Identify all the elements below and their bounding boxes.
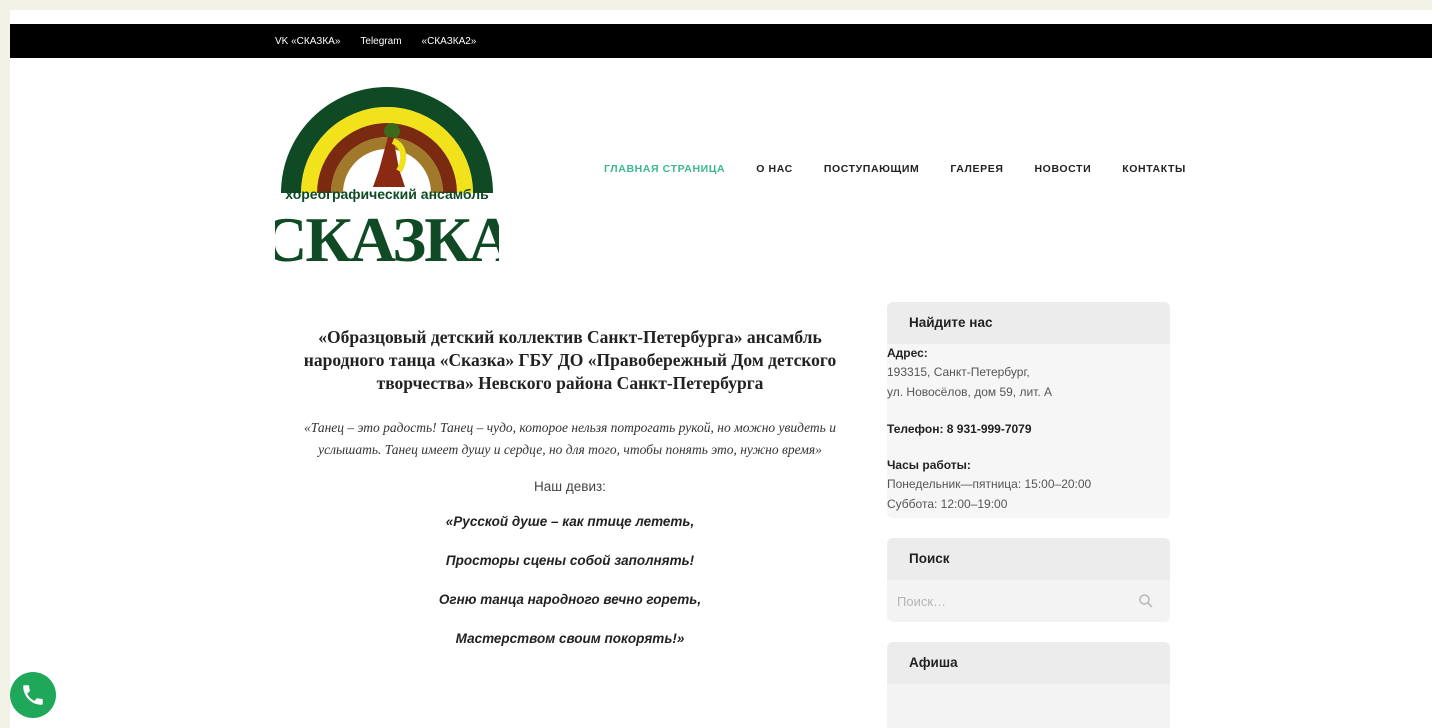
social-links: VK «СКАЗКА» Telegram «СКАЗКА2» <box>275 24 476 58</box>
address-line-1: 193315, Санкт-Петербург, <box>887 365 1030 379</box>
call-button[interactable] <box>10 672 56 718</box>
main-content: «Образцовый детский коллектив Санкт-Пете… <box>290 326 850 670</box>
nav-admission[interactable]: ПОСТУПАЮЩИМ <box>824 163 920 175</box>
page-title: «Образцовый детский коллектив Санкт-Пете… <box>303 327 837 393</box>
page: VK «СКАЗКА» Telegram «СКАЗКА2» хореограф… <box>10 10 1432 728</box>
skazka2-link[interactable]: «СКАЗКА2» <box>422 36 477 47</box>
logo-text-line2: СКАЗКА <box>275 204 499 265</box>
vk-link[interactable]: VK «СКАЗКА» <box>275 36 340 47</box>
nav-contacts[interactable]: КОНТАКТЫ <box>1122 163 1186 175</box>
search-widget: Поиск <box>887 538 1170 622</box>
afisha-title: Афиша <box>887 642 1170 684</box>
site-logo[interactable]: хореографический ансамбль СКАЗКА <box>261 75 517 275</box>
address-line-2: ул. Новосёлов, дом 59, лит. А <box>887 385 1053 399</box>
motto-label: Наш девиз: <box>534 479 606 494</box>
contact-info: Адрес: 193315, Санкт-Петербург, ул. Ново… <box>887 344 1170 518</box>
search-input[interactable] <box>887 580 1137 622</box>
search-title: Поиск <box>887 538 1170 580</box>
motto-line-2: Просторы сцены собой заполнять! <box>445 553 695 568</box>
dance-quote: «Танец – это радость! Танец – чудо, кото… <box>304 420 836 457</box>
logo-image: хореографический ансамбль СКАЗКА <box>261 87 517 275</box>
afisha-widget: Афиша <box>887 642 1170 728</box>
motto-line-3: Огню танца народного вечно гореть, <box>438 592 702 607</box>
hours-label: Часы работы: <box>887 458 971 472</box>
search-icon[interactable] <box>1138 593 1154 609</box>
top-bar: VK «СКАЗКА» Telegram «СКАЗКА2» <box>10 24 1432 58</box>
nav-home[interactable]: ГЛАВНАЯ СТРАНИЦА <box>604 163 725 175</box>
motto-line-4: Мастерством своим покорять!» <box>455 631 685 646</box>
nav-about[interactable]: О НАС <box>756 163 793 175</box>
find-us-widget: Найдите нас Адрес: 193315, Санкт-Петербу… <box>887 302 1170 518</box>
hours-weekdays: Понедельник—пятница: 15:00–20:00 <box>887 477 1092 491</box>
nav-gallery[interactable]: ГАЛЕРЕЯ <box>950 163 1003 175</box>
phone-number[interactable]: Телефон: 8 931-999-7079 <box>887 420 1170 438</box>
hours-saturday: Суббота: 12:00–19:00 <box>887 497 1008 511</box>
sidebar: Найдите нас Адрес: 193315, Санкт-Петербу… <box>887 302 1170 728</box>
main-nav: ГЛАВНАЯ СТРАНИЦА О НАС ПОСТУПАЮЩИМ ГАЛЕР… <box>604 163 1186 175</box>
motto-line-1: «Русской душе – как птице лететь, <box>445 514 695 529</box>
phone-icon <box>23 685 43 705</box>
find-us-title: Найдите нас <box>887 302 1170 344</box>
telegram-link[interactable]: Telegram <box>360 36 401 47</box>
nav-news[interactable]: НОВОСТИ <box>1035 163 1092 175</box>
address-label: Адрес: <box>887 346 928 360</box>
logo-text-line1: хореографический ансамбль <box>285 186 489 202</box>
afisha-body <box>887 684 1170 728</box>
search-box <box>887 580 1170 622</box>
